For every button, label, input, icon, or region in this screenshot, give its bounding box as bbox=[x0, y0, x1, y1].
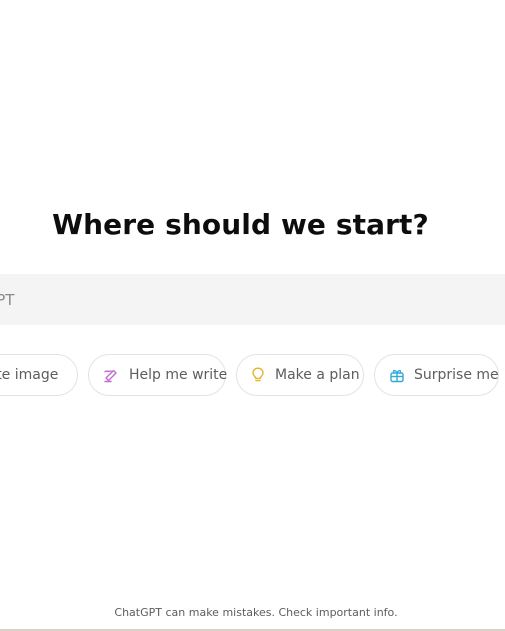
create-image-label: eate image bbox=[0, 367, 59, 383]
surprise-me-label: Surprise me bbox=[414, 367, 499, 383]
disclaimer-text: ChatGPT can make mistakes. Check importa… bbox=[114, 606, 398, 619]
make-a-plan-chip[interactable]: Make a plan bbox=[236, 354, 364, 396]
lightbulb-icon bbox=[249, 366, 267, 384]
prompt-input[interactable] bbox=[0, 274, 505, 325]
make-a-plan-label: Make a plan bbox=[275, 367, 360, 383]
pen-write-icon bbox=[103, 366, 121, 384]
prompt-composer[interactable] bbox=[0, 274, 505, 325]
chat-page: Where should we start? eate image Help m… bbox=[0, 0, 505, 631]
page-title: Where should we start? bbox=[52, 208, 429, 241]
create-image-chip[interactable]: eate image bbox=[0, 354, 78, 396]
surprise-me-chip[interactable]: Surprise me bbox=[374, 354, 499, 396]
help-me-write-chip[interactable]: Help me write bbox=[88, 354, 228, 396]
help-me-write-label: Help me write bbox=[129, 367, 228, 383]
gift-icon bbox=[388, 366, 406, 384]
